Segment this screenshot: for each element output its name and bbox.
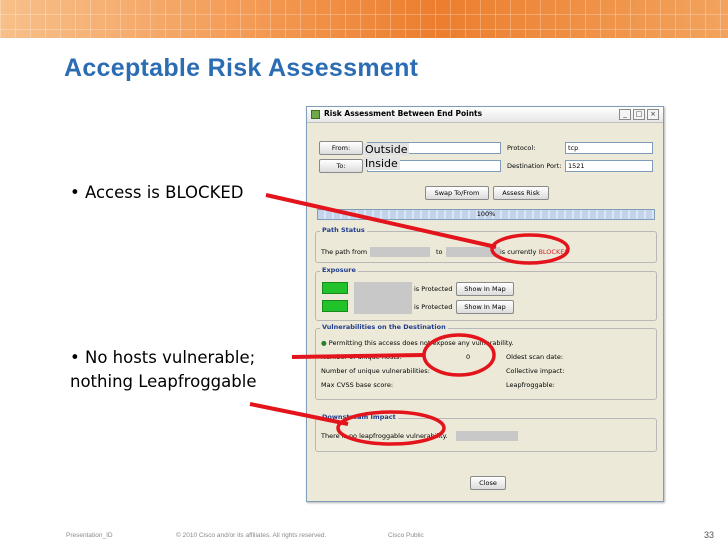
page-number: 33 (704, 530, 715, 540)
annotation-arrow (249, 402, 349, 426)
footer-presentation-id: Presentation_ID (66, 532, 113, 539)
footer-classification: Cisco Public (388, 532, 424, 539)
annotation-circle (490, 233, 570, 265)
annotation-circle (336, 410, 446, 446)
annotation-arrow (291, 353, 425, 359)
annotation-overlay (249, 193, 570, 446)
annotation-arrow (265, 193, 497, 249)
footer-copyright: © 2010 Cisco and/or its affiliates. All … (176, 532, 327, 539)
annotation-circle (422, 333, 496, 377)
